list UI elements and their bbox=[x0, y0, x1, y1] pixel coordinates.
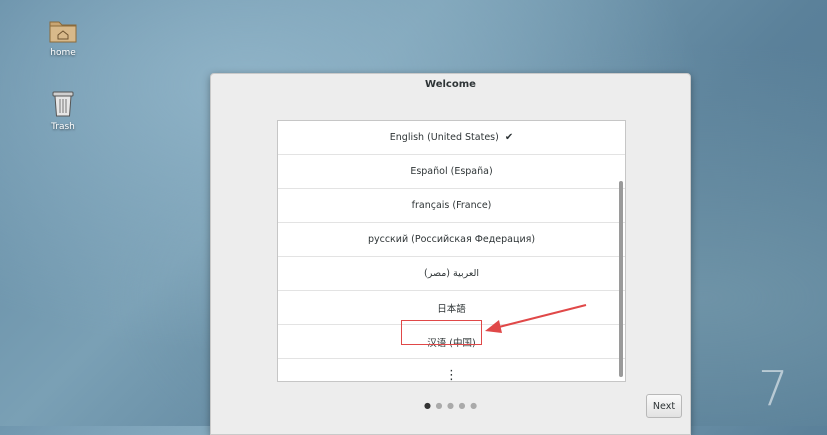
page-dot-active: ● bbox=[423, 401, 431, 410]
page-dot: ● bbox=[458, 401, 466, 410]
next-button[interactable]: Next bbox=[646, 394, 682, 418]
more-languages-button[interactable]: ⋮ bbox=[278, 359, 625, 382]
language-label: English (United States) bbox=[389, 132, 499, 143]
language-item-french[interactable]: français (France) bbox=[278, 189, 625, 223]
page-indicator: ● ● ● ● ● bbox=[211, 401, 690, 410]
checkmark-icon: ✔ bbox=[504, 132, 514, 143]
more-icon: ⋮ bbox=[445, 368, 458, 382]
language-item-spanish[interactable]: Español (España) bbox=[278, 155, 625, 189]
home-label: home bbox=[50, 48, 76, 58]
folder-home-icon bbox=[49, 21, 77, 43]
language-label: français (France) bbox=[411, 200, 492, 211]
language-label: 日本語 bbox=[437, 303, 466, 315]
language-label: Español (España) bbox=[410, 166, 493, 177]
trash-label: Trash bbox=[51, 122, 75, 132]
welcome-dialog: Welcome English (United States) ✔ Españo… bbox=[210, 73, 691, 435]
desktop-trash-icon-item[interactable]: Trash bbox=[33, 88, 93, 132]
language-label: العربية (مصر) bbox=[424, 268, 479, 279]
highlight-box bbox=[401, 320, 482, 345]
language-item-russian[interactable]: русский (Российская Федерация) bbox=[278, 223, 625, 257]
dialog-title: Welcome bbox=[425, 79, 476, 90]
desktop-home-icon-item[interactable]: home bbox=[33, 16, 93, 58]
language-label: русский (Российская Федерация) bbox=[367, 234, 536, 245]
page-dot: ● bbox=[470, 401, 478, 410]
page-dot: ● bbox=[447, 401, 454, 410]
page-dot: ● bbox=[435, 401, 443, 410]
annotation-arrow-icon bbox=[485, 304, 587, 333]
os-logo: 7 bbox=[758, 361, 789, 417]
language-item-english[interactable]: English (United States) ✔ bbox=[278, 121, 625, 155]
language-item-arabic[interactable]: العربية (مصر) bbox=[278, 257, 625, 291]
list-scrollbar[interactable] bbox=[619, 181, 623, 377]
trash-icon bbox=[52, 91, 74, 117]
